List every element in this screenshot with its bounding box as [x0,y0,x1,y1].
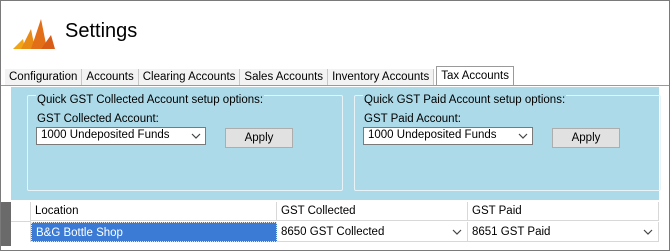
apply-collected-button[interactable]: Apply [225,128,293,148]
gst-collected-group: Quick GST Collected Account setup option… [27,94,343,191]
gst-collected-account-select[interactable]: 1000 Undeposited Funds [36,127,206,145]
gst-collected-legend: Quick GST Collected Account setup option… [36,94,265,106]
chevron-down-icon [191,133,201,139]
settings-window: Settings Configuration Accounts Clearing… [0,0,670,251]
tax-accounts-panel: Quick GST Collected Account setup option… [11,87,661,200]
cell-gst-collected-value: 8650 GST Collected [281,226,385,238]
page-title: Settings [65,20,138,42]
chevron-down-icon [452,229,462,235]
tab-clearing-accounts[interactable]: Clearing Accounts [138,69,241,86]
tab-tax-accounts[interactable]: Tax Accounts [436,66,514,86]
cell-gst-paid-value: 8651 GST Paid [472,226,551,238]
cell-gst-paid-select[interactable]: 8651 GST Paid [468,222,659,242]
column-header-location[interactable]: Location [31,202,277,221]
gst-paid-legend: Quick GST Paid Account setup options: [363,94,567,106]
column-header-gst-paid[interactable]: GST Paid [468,202,659,221]
tab-sales-accounts[interactable]: Sales Accounts [240,69,329,86]
gst-paid-account-select[interactable]: 1000 Undeposited Funds [363,127,533,145]
cell-location[interactable]: B&G Bottle Shop [31,222,277,242]
tab-configuration[interactable]: Configuration [5,69,83,86]
gst-collected-label: GST Collected Account: [37,113,159,125]
gst-collected-account-value: 1000 Undeposited Funds [41,129,170,141]
chevron-down-icon [643,229,653,235]
gst-paid-group: Quick GST Paid Account setup options: GS… [354,94,661,191]
header: Settings [1,1,669,63]
row-header-column [11,202,31,242]
tab-inventory-accounts[interactable]: Inventory Accounts [328,69,435,86]
chevron-down-icon [518,133,528,139]
dynamics-logo-icon [13,19,55,49]
tab-accounts[interactable]: Accounts [82,69,139,86]
column-header-gst-collected[interactable]: GST Collected [277,202,468,221]
row-header-divider [11,221,31,222]
tab-divider [1,85,669,86]
gst-paid-account-value: 1000 Undeposited Funds [368,129,497,141]
grid-left-border [1,202,11,246]
cell-gst-collected-select[interactable]: 8650 GST Collected [277,222,468,242]
apply-paid-button[interactable]: Apply [552,128,620,148]
gst-paid-label: GST Paid Account: [364,113,461,125]
tab-strip: Configuration Accounts Clearing Accounts… [5,66,514,86]
tax-accounts-grid: Location GST Collected GST Paid B&G Bott… [11,202,659,246]
